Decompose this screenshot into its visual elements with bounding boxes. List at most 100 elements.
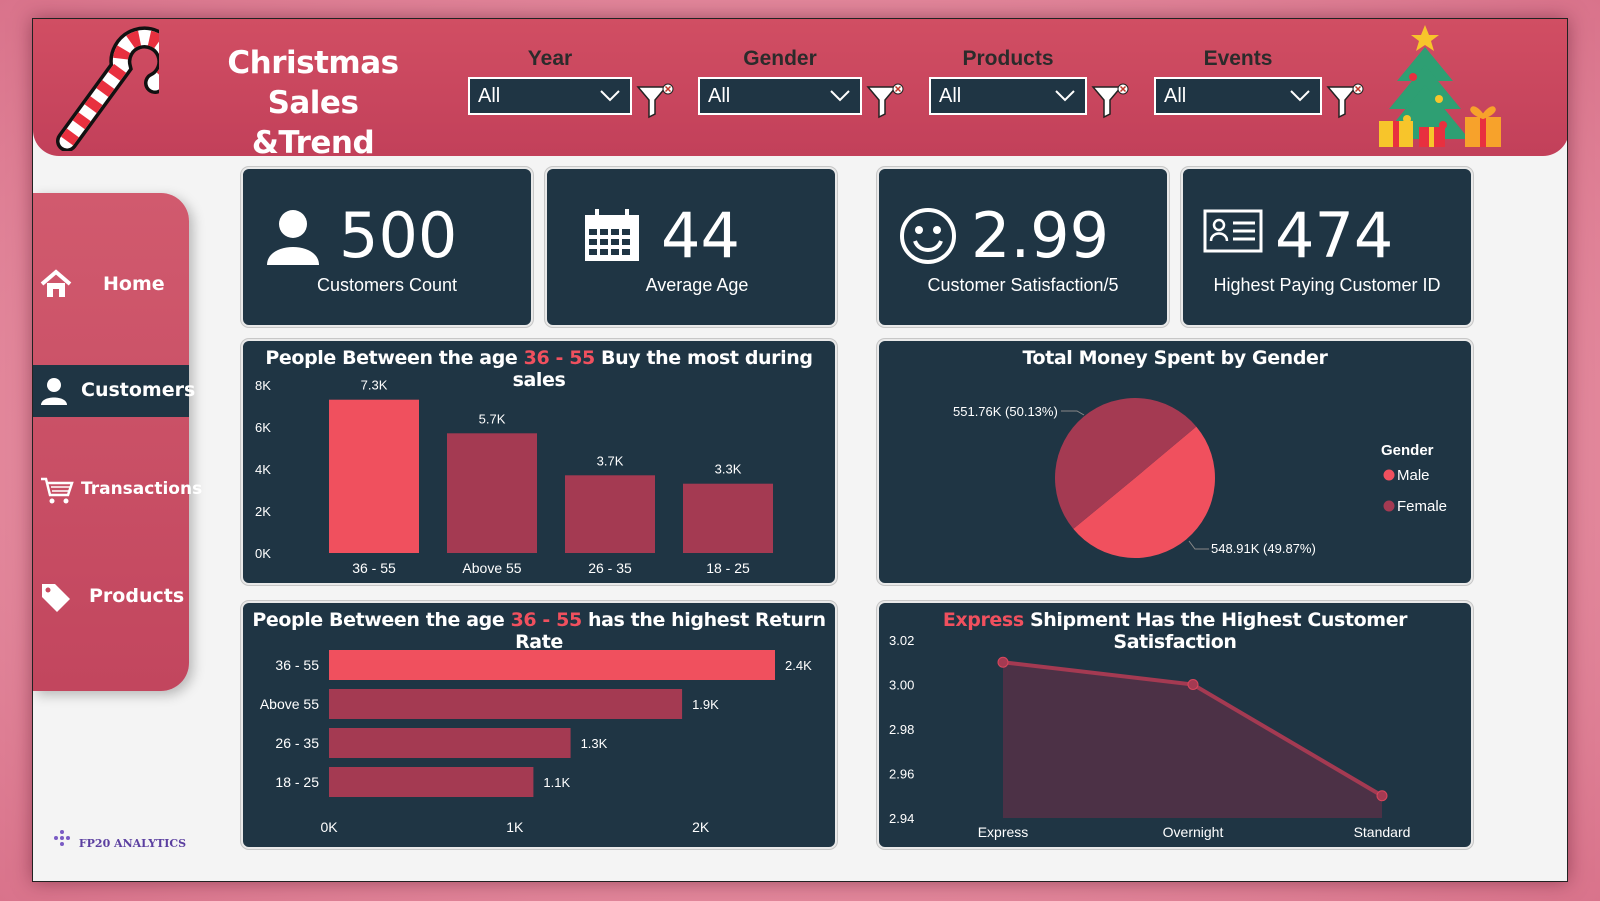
kpi-value: 474	[1275, 199, 1394, 272]
year-slicer-label: Year	[527, 47, 573, 70]
legend-marker	[1383, 500, 1395, 512]
kpi-label: Highest Paying Customer ID	[1213, 275, 1441, 295]
events-dropdown[interactable]: All	[1154, 77, 1322, 115]
y-tick-label: 2.96	[889, 767, 914, 782]
gender-dropdown-value: All	[708, 85, 731, 107]
nav-transactions[interactable]: Transactions	[33, 465, 202, 517]
clear-filter-icon[interactable]	[866, 81, 906, 121]
chart-shipment-satisfaction: Express Shipment Has the Highest Custome…	[877, 601, 1473, 849]
x-tick-label: Standard	[1354, 824, 1411, 840]
events-slicer-label: Events	[1203, 47, 1273, 70]
chart-money-by-gender: Total Money Spent by Gender 551.76K (50.…	[877, 339, 1473, 585]
header-bar: Christmas Sales &Trend Analysis Year All…	[33, 19, 1567, 201]
data-label: 1.3K	[581, 736, 608, 751]
y-tick-label: 0K	[255, 546, 271, 561]
clear-filter-icon[interactable]	[1326, 81, 1366, 121]
nav-products[interactable]: Products	[33, 571, 189, 623]
x-tick-label: 1K	[506, 819, 524, 835]
y-tick-label: Above 55	[260, 696, 319, 712]
y-tick-label: 36 - 55	[275, 657, 319, 673]
cart-icon	[41, 477, 74, 504]
clear-filter-icon[interactable]	[1091, 81, 1131, 121]
y-tick-label: 8K	[255, 378, 271, 393]
brand-logo-icon	[54, 830, 70, 846]
christmas-tree-icon	[1379, 25, 1501, 147]
kpi-label: Average Age	[645, 275, 749, 295]
bar	[329, 728, 571, 758]
age-sales-chart: 0K 2K 4K 6K 8K 7.3K 36 - 55 5.7K Above 55 3.7K 26 …	[255, 378, 773, 576]
data-label: 7.3K	[361, 378, 388, 393]
kpi-average-age: 44 Average Age	[545, 167, 837, 327]
home-icon	[40, 269, 72, 297]
x-tick-label: 0K	[320, 819, 338, 835]
kpi-value: 2.99	[971, 199, 1110, 272]
calendar-icon	[585, 209, 639, 261]
user-icon	[267, 210, 319, 265]
data-label: 548.91K (49.87%)	[1211, 541, 1316, 556]
nav-home[interactable]: Home	[33, 259, 189, 311]
brand-logo-text: FP20 ANALYTICS	[78, 837, 187, 850]
shipment-area-chart: 2.94 2.96 2.98 3.00 3.02 Express Overnight Stan…	[889, 633, 1411, 840]
dashboard-frame: Christmas Sales &Trend Analysis Year All…	[32, 18, 1568, 882]
leader-line	[1061, 410, 1085, 416]
year-dropdown[interactable]: All	[468, 77, 632, 115]
chevron-down-icon	[600, 90, 620, 102]
legend-title: Gender	[1381, 442, 1434, 459]
bar	[447, 433, 537, 553]
data-label: 5.7K	[479, 411, 506, 426]
data-label: 551.76K (50.13%)	[953, 404, 1058, 419]
gender-dropdown[interactable]: All	[698, 77, 862, 115]
id-card-icon	[1203, 209, 1263, 253]
y-tick-label: 2.94	[889, 811, 914, 826]
chevron-down-icon	[1055, 90, 1075, 102]
data-label: 1.1K	[543, 775, 570, 790]
products-dropdown[interactable]: All	[929, 77, 1087, 115]
chart-age-sales: People Between the age 36 - 55 Buy the m…	[241, 339, 837, 585]
clear-filter-icon[interactable]	[636, 81, 676, 121]
kpi-label: Customer Satisfaction/5	[927, 275, 1119, 295]
nav-products-label: Products	[89, 585, 185, 607]
tag-icon	[42, 584, 70, 612]
x-tick-label: 26 - 35	[588, 560, 632, 576]
kpi-value: 44	[661, 199, 740, 272]
y-tick-label: 26 - 35	[275, 735, 319, 751]
chart-return-rate: People Between the age 36 - 55 has the h…	[241, 601, 837, 849]
x-tick-label: Overnight	[1163, 824, 1224, 840]
nav-customers[interactable]: Customers	[33, 365, 195, 417]
brand-logo: FP20 ANALYTICS	[53, 829, 186, 850]
x-tick-label: Express	[978, 824, 1029, 840]
gender-slicer-label: Gender	[743, 47, 817, 70]
data-label: 3.3K	[715, 462, 742, 477]
legend-marker	[1383, 469, 1395, 481]
chevron-down-icon	[830, 90, 850, 102]
kpi-label: Customers Count	[316, 275, 458, 295]
data-label: 2.4K	[785, 658, 812, 673]
bar	[329, 767, 534, 797]
return-rate-chart: 36 - 55 2.4K Above 55 1.9K 26 - 35 1.3K 18 - 2…	[260, 650, 812, 835]
bar	[565, 475, 655, 553]
year-dropdown-value: All	[478, 85, 501, 107]
kpi-customer-satisfaction: 2.99 Customer Satisfaction/5	[877, 167, 1169, 327]
y-tick-label: 3.02	[889, 633, 914, 648]
leader-line	[1188, 540, 1209, 550]
bar	[683, 483, 773, 553]
nav-customers-label: Customers	[81, 379, 196, 401]
x-tick-label: 36 - 55	[352, 560, 396, 576]
y-tick-label: 6K	[255, 420, 271, 435]
nav-home-label: Home	[103, 273, 165, 295]
candy-cane-icon	[56, 26, 159, 151]
x-tick-label: Above 55	[462, 560, 521, 576]
kpi-highest-paying-customer: 474 Highest Paying Customer ID	[1181, 167, 1473, 327]
bar	[329, 399, 419, 553]
events-dropdown-value: All	[1164, 85, 1187, 107]
chevron-down-icon	[1290, 90, 1310, 102]
products-slicer: Products All	[929, 47, 1129, 119]
legend-label: Male	[1397, 467, 1430, 484]
legend-label: Female	[1397, 498, 1447, 515]
bar	[329, 689, 683, 719]
products-slicer-label: Products	[962, 47, 1054, 70]
data-label: 3.7K	[597, 453, 624, 468]
y-tick-label: 4K	[255, 462, 271, 477]
x-tick-label: 2K	[692, 819, 710, 835]
title-line-1: Christmas Sales	[227, 45, 399, 121]
